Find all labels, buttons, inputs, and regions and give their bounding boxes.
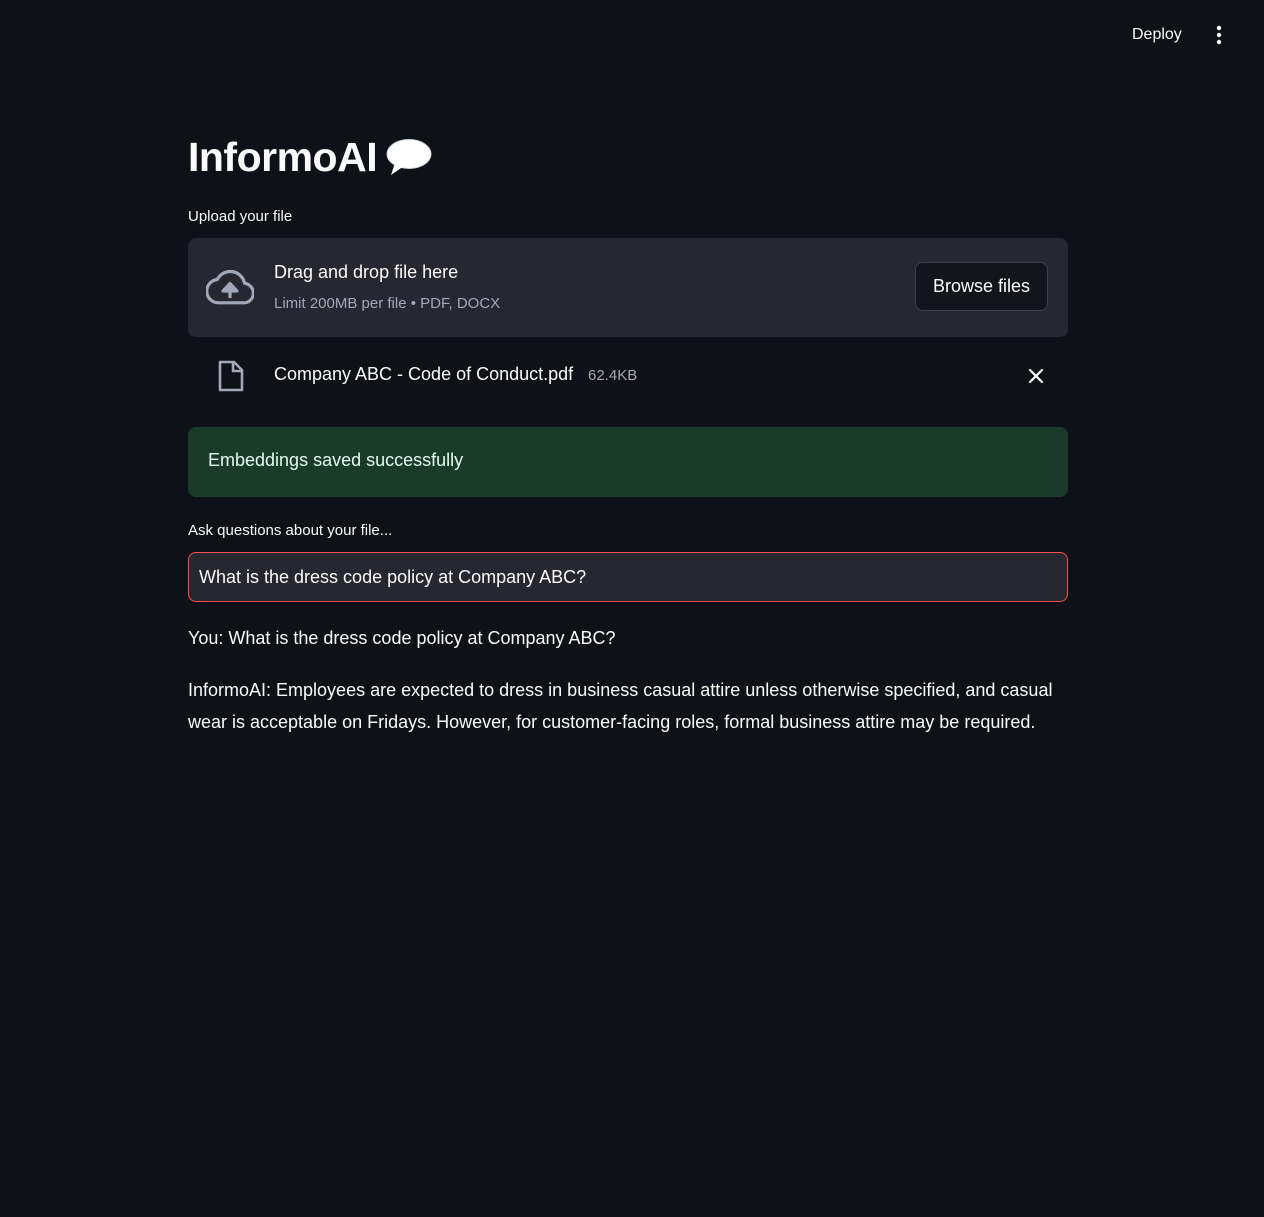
- chat-message-user: You: What is the dress code policy at Co…: [188, 628, 616, 648]
- page-title: InformoAI: [188, 133, 378, 180]
- file-icon: [218, 360, 244, 392]
- main-menu-button[interactable]: [1206, 22, 1232, 48]
- deploy-button[interactable]: Deploy: [1122, 20, 1192, 50]
- browse-files-button[interactable]: Browse files: [915, 262, 1048, 311]
- speech-balloon-icon: [386, 139, 432, 175]
- file-dropzone[interactable]: Drag and drop file here Limit 200MB per …: [188, 238, 1068, 337]
- uploaded-file-item: Company ABC - Code of Conduct.pdf 62.4KB: [188, 352, 1068, 400]
- vertical-ellipsis-icon: [1216, 25, 1222, 45]
- cloud-upload-icon: [206, 269, 254, 305]
- title-row: InformoAI: [188, 128, 433, 186]
- success-alert: Embeddings saved successfully: [188, 427, 1068, 497]
- question-input[interactable]: [188, 552, 1068, 602]
- dropzone-instructions: Drag and drop file here: [274, 262, 459, 282]
- dropzone-limits: Limit 200MB per file • PDF, DOCX: [274, 295, 501, 312]
- uploaded-file-name: Company ABC - Code of Conduct.pdf: [274, 364, 574, 384]
- uploader-label: Upload your file: [188, 208, 293, 225]
- remove-file-button[interactable]: [1024, 364, 1048, 388]
- close-icon: [1028, 368, 1044, 384]
- success-message: Embeddings saved successfully: [208, 450, 464, 470]
- chat-message-assistant: InformoAI: Employees are expected to dre…: [188, 680, 1053, 732]
- app-header: Deploy: [0, 0, 1264, 70]
- query-label: Ask questions about your file...: [188, 522, 393, 539]
- uploaded-file-size: 62.4KB: [588, 367, 638, 384]
